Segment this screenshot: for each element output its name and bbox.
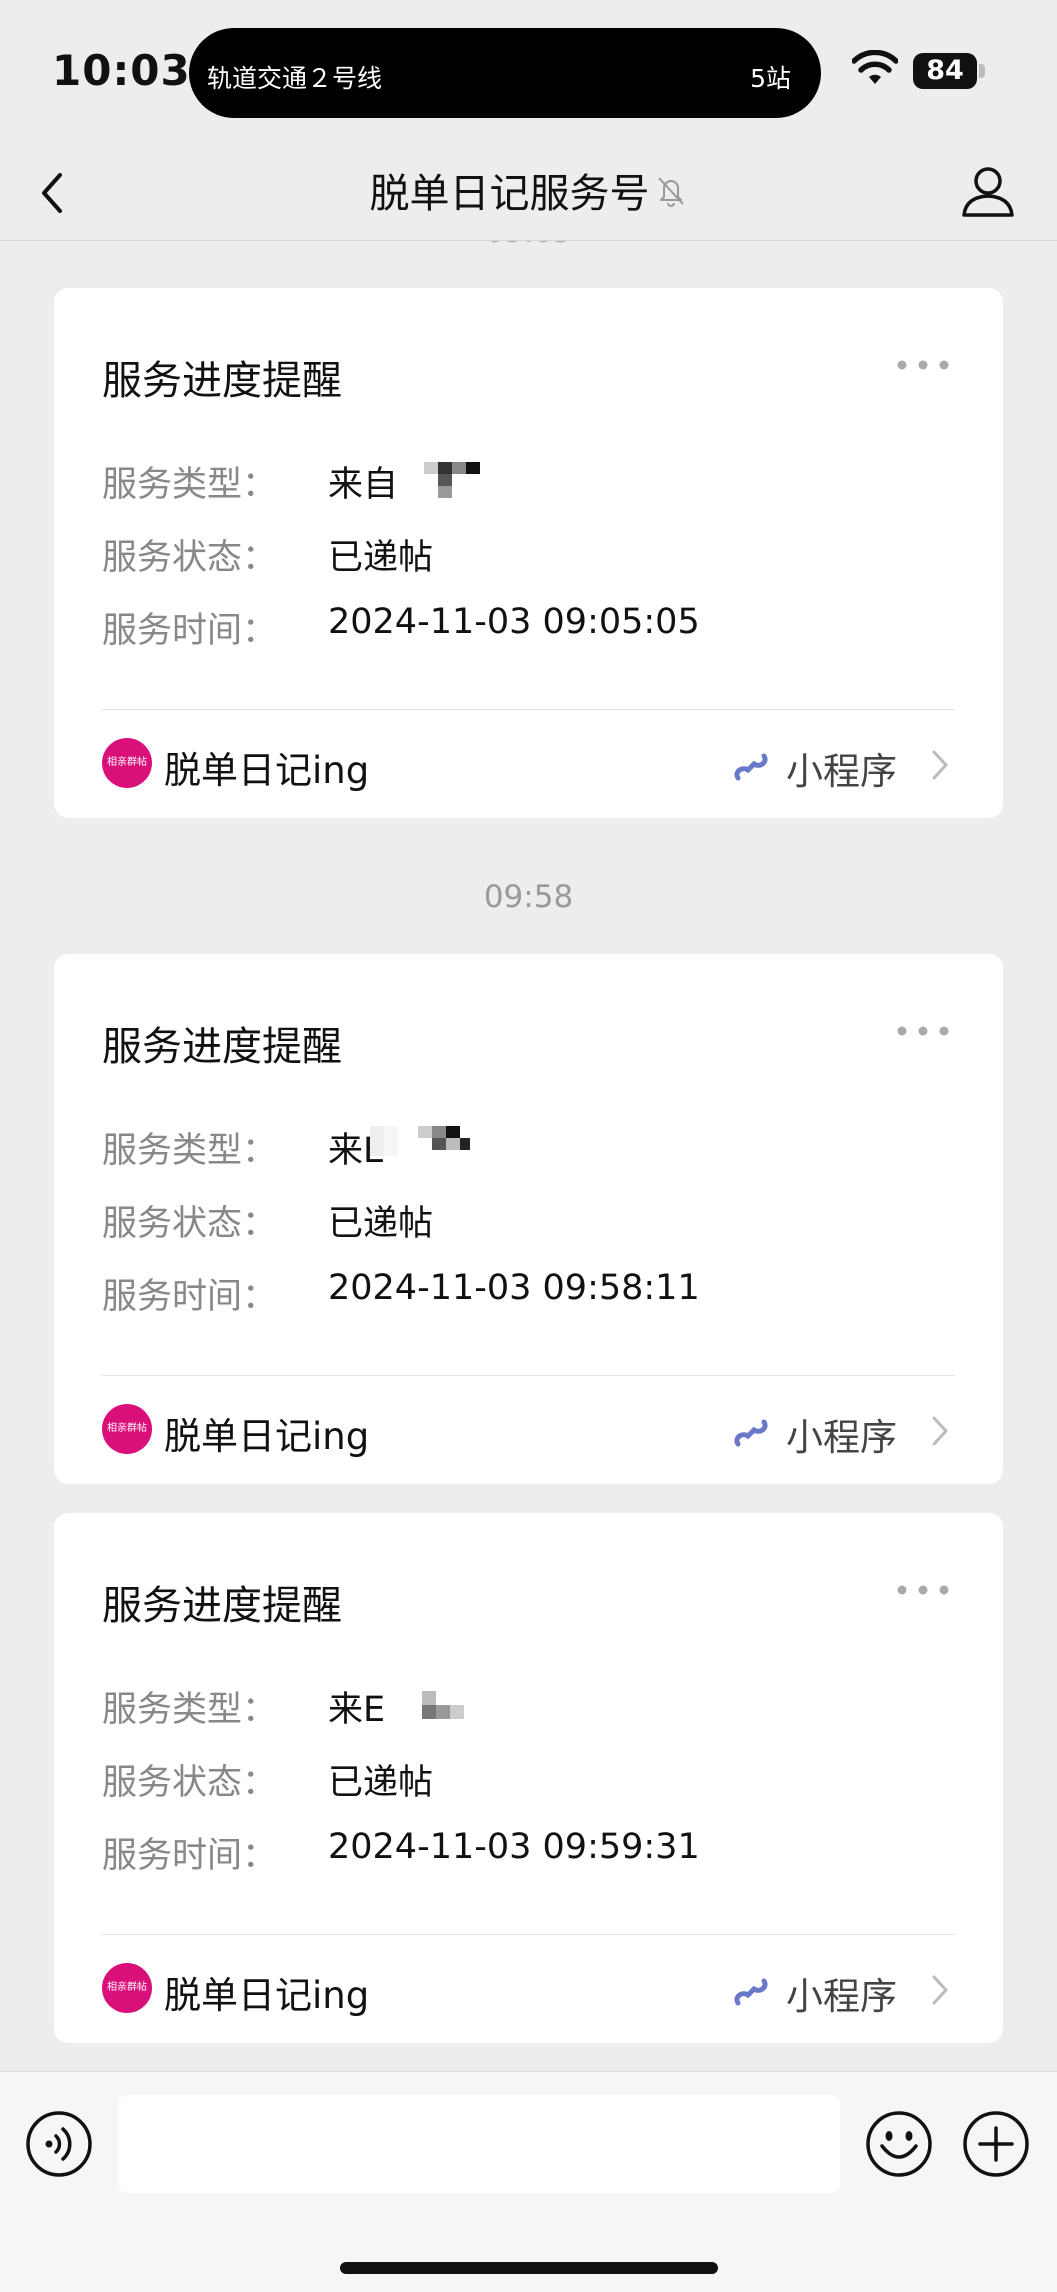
card-title: 服务进度提醒 (102, 1583, 342, 1629)
field-label: 服务类型： (102, 1131, 278, 1171)
divider (102, 1375, 955, 1376)
battery-icon: 84 (913, 53, 985, 89)
field-label: 服务时间： (102, 1277, 278, 1317)
more-icon[interactable] (895, 358, 951, 372)
mini-program-footer[interactable]: 相亲群帖 脱单日记ing 小程序 (102, 718, 955, 808)
message-timestamp: 09:58 (483, 879, 574, 915)
app-logo: 相亲群帖 (102, 738, 152, 788)
card-title: 服务进度提醒 (102, 358, 342, 404)
page-title: 脱单日记服务号 (369, 171, 650, 217)
field-value: 已递帖 (328, 538, 434, 578)
more-icon[interactable] (895, 1024, 951, 1038)
input-bar (0, 2071, 1057, 2292)
person-icon[interactable] (958, 159, 1018, 223)
mini-program-icon (734, 753, 768, 781)
divider (102, 709, 955, 710)
chevron-right-icon (932, 1416, 948, 1446)
field-value: 2024-11-03 09:59:31 (328, 1827, 700, 1867)
field-value: 来E (328, 1690, 386, 1730)
live-activity-stops: 5站 (750, 64, 791, 93)
app-name: 脱单日记ing (164, 1974, 370, 2017)
mini-program-footer[interactable]: 相亲群帖 脱单日记ing 小程序 (102, 1384, 955, 1474)
battery-level: 84 (913, 53, 977, 89)
voice-icon[interactable] (25, 2110, 93, 2178)
live-activity-route: 轨道交通２号线 (207, 64, 383, 93)
app-name: 脱单日记ing (164, 749, 370, 792)
field-label: 服务状态： (102, 538, 278, 578)
divider (102, 1934, 955, 1935)
redacted-mosaic (422, 1691, 464, 1719)
nav-bar: 脱单日记服务号 (0, 145, 1057, 241)
mini-program-icon (734, 1419, 768, 1447)
emoji-icon[interactable] (865, 2110, 933, 2178)
service-card[interactable]: 服务进度提醒 服务类型： 来自 服务状态： 已递帖 服务时间： 2024-11-… (54, 288, 1003, 818)
bell-off-icon (657, 177, 684, 207)
field-label: 服务状态： (102, 1204, 278, 1244)
field-value: 已递帖 (328, 1204, 434, 1244)
app-name: 脱单日记ing (164, 1415, 370, 1458)
field-label: 服务时间： (102, 1836, 278, 1876)
service-card[interactable]: 服务进度提醒 服务类型： 来E 服务状态： 已递帖 服务时间： 2024-11-… (54, 1513, 1003, 2043)
card-title: 服务进度提醒 (102, 1024, 342, 1070)
mini-program-footer[interactable]: 相亲群帖 脱单日记ing 小程序 (102, 1943, 955, 2033)
more-icon[interactable] (895, 1583, 951, 1597)
app-logo: 相亲群帖 (102, 1404, 152, 1454)
dynamic-island-live-activity[interactable]: 轨道交通２号线 5站 (189, 28, 821, 118)
wifi-icon (852, 50, 898, 84)
redacted-mosaic (424, 462, 480, 498)
field-value: 2024-11-03 09:58:11 (328, 1268, 700, 1308)
field-label: 服务类型： (102, 465, 278, 505)
service-card[interactable]: 服务进度提醒 服务类型： 来E 服务状态： 已递帖 服务时间： 2024-11-… (54, 954, 1003, 1484)
status-bar: 10:03 轨道交通２号线 5站 84 (0, 0, 1057, 145)
mini-program-label: 小程序 (786, 1416, 897, 1459)
plus-icon[interactable] (962, 2110, 1030, 2178)
field-value: 已递帖 (328, 1763, 434, 1803)
app-logo: 相亲群帖 (102, 1963, 152, 2013)
message-input[interactable] (118, 2095, 840, 2193)
status-time: 10:03 (52, 46, 191, 95)
chevron-right-icon (932, 750, 948, 780)
field-value: 2024-11-03 09:05:05 (328, 602, 700, 642)
mini-program-label: 小程序 (786, 1975, 897, 2018)
chevron-right-icon (932, 1975, 948, 2005)
mini-program-label: 小程序 (786, 750, 897, 793)
field-value: 来自 (328, 465, 399, 505)
redacted-mosaic (370, 1126, 470, 1156)
field-label: 服务时间： (102, 611, 278, 651)
message-list[interactable]: 09:05 服务进度提醒 服务类型： 来自 服务状态： 已递帖 服务时间： 20… (0, 241, 1057, 2071)
field-label: 服务类型： (102, 1690, 278, 1730)
field-label: 服务状态： (102, 1763, 278, 1803)
message-timestamp: 09:05 (0, 241, 1057, 250)
home-indicator[interactable] (340, 2262, 718, 2274)
mini-program-icon (734, 1978, 768, 2006)
